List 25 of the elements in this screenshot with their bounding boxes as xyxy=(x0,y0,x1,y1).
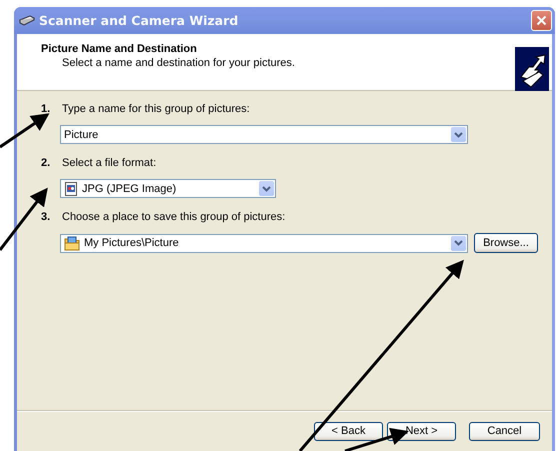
combo-box[interactable]: JPG (JPEG Image) xyxy=(60,179,276,198)
step-label: Select a file format: xyxy=(62,157,156,169)
close-button[interactable] xyxy=(531,10,552,31)
wizard-button[interactable]: < Back xyxy=(314,422,383,440)
combo-box[interactable]: My Pictures\Picture xyxy=(60,234,468,252)
combo-box[interactable]: Picture xyxy=(60,125,468,144)
step-label: Choose a place to save this group of pictures: xyxy=(62,211,286,223)
step-number: 3. xyxy=(41,211,52,223)
folder-icon xyxy=(64,236,80,250)
page-title: Picture Name and Destination xyxy=(41,43,198,55)
page-subtitle: Select a name and destination for your pictures. xyxy=(61,57,296,69)
browse-button[interactable]: Browse... xyxy=(474,233,538,253)
field-value: My Pictures\Picture xyxy=(84,237,180,249)
field-value: JPG (JPEG Image) xyxy=(82,182,178,194)
annotation-arrow xyxy=(0,113,50,148)
scanner-icon xyxy=(19,14,35,26)
image-file-icon xyxy=(64,182,78,196)
close-icon xyxy=(536,15,547,26)
annotation-arrow xyxy=(0,188,48,251)
step-number: 1. xyxy=(41,103,52,115)
step-label: Type a name for this group of pictures: xyxy=(62,103,250,115)
step-number: 2. xyxy=(41,157,52,169)
window-title: Scanner and Camera Wizard xyxy=(39,13,240,28)
field-value: Picture xyxy=(64,128,100,140)
wizard-button[interactable]: Cancel xyxy=(469,422,540,440)
